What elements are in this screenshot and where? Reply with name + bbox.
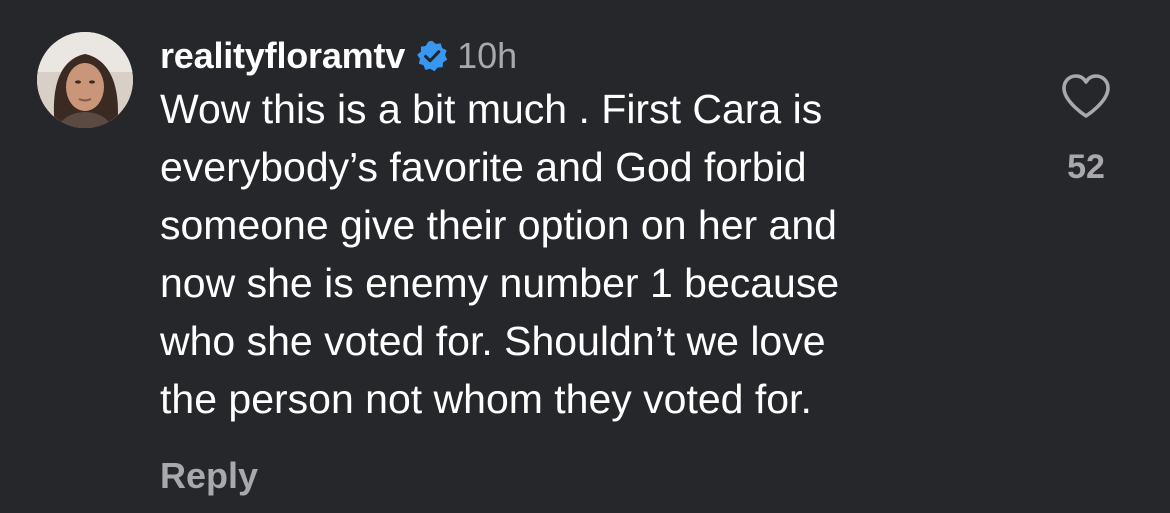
comment-content: realityfloramtv 10h Wow this is a bit mu… [160,28,1040,428]
comment-text-line: the person not whom they voted for. [160,376,812,422]
reply-button[interactable]: Reply [160,455,258,497]
comment-text-line: Wow this is a bit much . First Cara is [160,86,823,132]
comment-text-line: everybody’s favorite and God forbid [160,144,807,190]
comment-text-line: who she voted for. Shouldn’t we love [160,318,826,364]
comment-text-line: someone give their option on her and [160,202,837,248]
verified-badge-icon [417,40,448,72]
comment-header: realityfloramtv 10h [160,28,1040,84]
timestamp: 10h [457,35,518,76]
avatar-image [37,32,133,128]
avatar[interactable] [37,32,133,128]
like-count: 52 [1067,148,1105,186]
username[interactable]: realityfloramtv [160,35,405,77]
comment-text: Wow this is a bit much . First Cara is e… [160,80,1020,428]
heart-outline-icon[interactable] [1060,72,1112,120]
comment: realityfloramtv 10h Wow this is a bit mu… [0,0,1170,513]
comment-text-line: now she is enemy number 1 because [160,260,840,306]
